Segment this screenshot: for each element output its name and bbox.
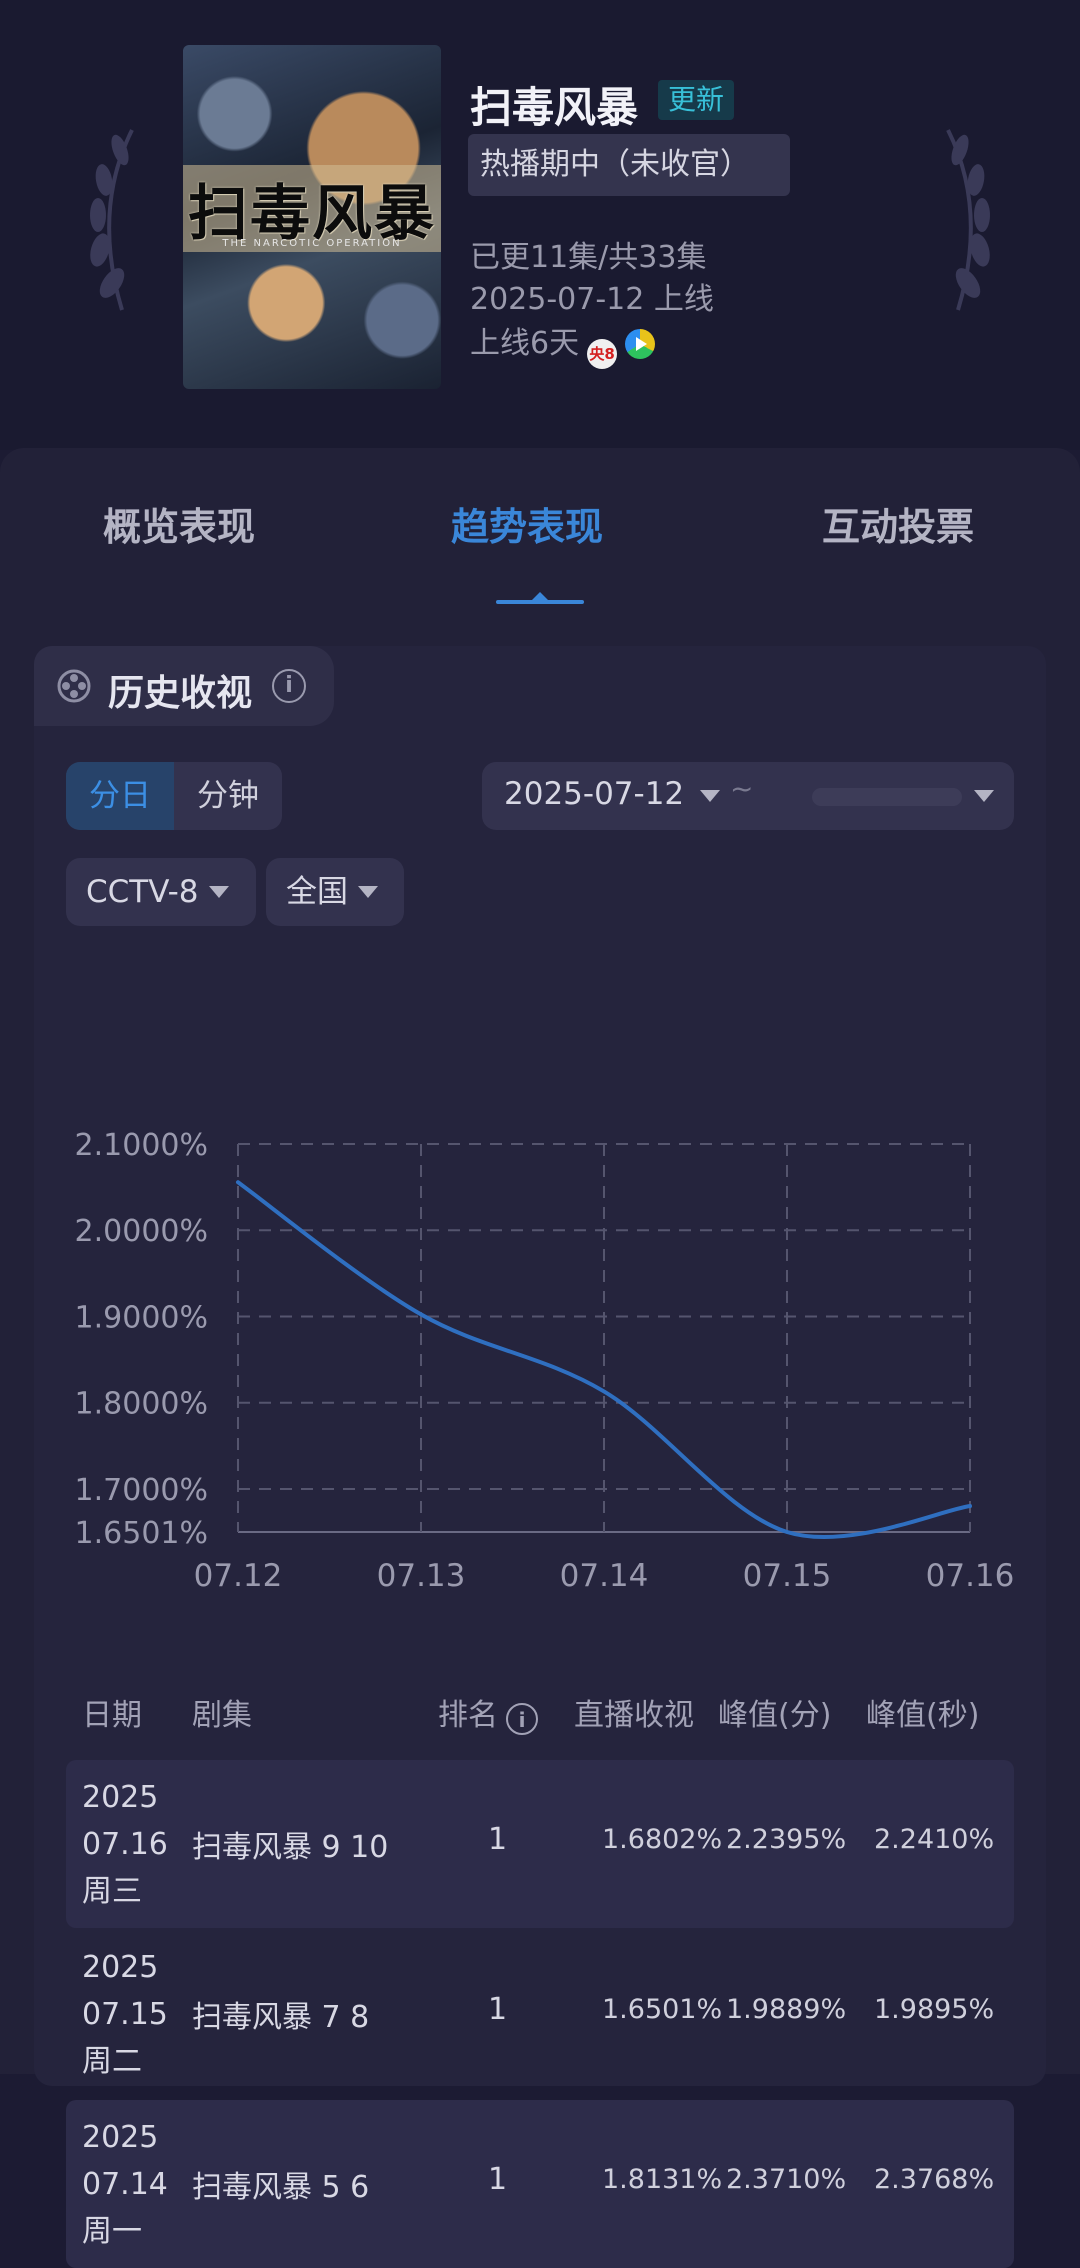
days-online: 上线6天 — [470, 326, 580, 361]
y-tick-label: 1.7000% — [75, 1473, 208, 1508]
row-date: 2025 07.16 周三 — [82, 1774, 168, 1915]
row-live-rating: 1.6802% — [602, 1824, 723, 1855]
x-tick-label: 07.16 — [926, 1558, 1015, 1594]
row-peak-minute: 1.9889% — [726, 1994, 847, 2025]
airing-status: 热播期中（未收官） — [468, 134, 790, 196]
row-live-rating: 1.6501% — [602, 1994, 723, 2025]
table-row[interactable]: 2025 07.14 周一 扫毒风暴 5 6 1 1.8131% 2.3710%… — [66, 2100, 1014, 2268]
row-year: 2025 — [82, 1780, 159, 1815]
tab-voting[interactable]: 互动投票 — [822, 496, 974, 551]
col-date: 日期 — [82, 1698, 142, 1733]
row-rank: 1 — [488, 1992, 508, 2027]
row-year: 2025 — [82, 1950, 159, 1985]
col-peak-minute: 峰值(分) — [718, 1698, 832, 1733]
x-tick-label: 07.14 — [560, 1558, 649, 1594]
row-day: 07.14 — [82, 2167, 168, 2202]
col-live-rating: 直播收视 — [574, 1698, 694, 1733]
info-icon[interactable]: i — [506, 1703, 538, 1735]
iqiyi-icon[interactable] — [625, 329, 656, 359]
show-title: 扫毒风暴 — [470, 83, 639, 132]
row-peak-second: 1.9895% — [874, 1994, 995, 2025]
col-episode: 剧集 — [192, 1698, 252, 1733]
row-episode: 扫毒风暴 5 6 — [192, 2170, 370, 2205]
ratings-line-chart: 2.1000% 2.0000% 1.9000% 1.8000% 1.7000% 1.650… — [75, 1128, 1015, 1594]
row-live-rating: 1.8131% — [602, 2164, 723, 2195]
col-rank: 排名 i — [438, 1690, 538, 1735]
days-online-row: 上线6天 央8 — [470, 318, 656, 369]
col-rank-label: 排名 — [438, 1698, 498, 1733]
row-peak-second: 2.3768% — [874, 2164, 995, 2195]
show-header: 扫毒风暴 THE NARCOTIC OPERATION 扫毒风暴 更新 热播期中… — [0, 0, 1080, 450]
row-episode: 扫毒风暴 7 8 — [192, 2000, 370, 2035]
episode-count: 已更11集/共33集 — [470, 240, 707, 275]
premiere-date: 2025-07-12 上线 — [470, 282, 714, 317]
active-tab-indicator — [496, 600, 584, 604]
y-tick-label: 1.6501% — [75, 1516, 208, 1551]
row-peak-minute: 2.2395% — [726, 1824, 847, 1855]
x-tick-label: 07.15 — [743, 1558, 832, 1594]
row-day: 07.16 — [82, 1827, 168, 1862]
update-badge: 更新 — [658, 80, 735, 120]
row-peak-minute: 2.3710% — [726, 2164, 847, 2195]
tab-overview[interactable]: 概览表现 — [103, 496, 255, 551]
y-tick-label: 1.8000% — [75, 1387, 208, 1422]
row-day: 07.15 — [82, 1997, 168, 2032]
y-tick-label: 2.1000% — [75, 1128, 208, 1163]
row-rank: 1 — [488, 1822, 508, 1857]
table-row[interactable]: 2025 07.16 周三 扫毒风暴 9 10 1 1.6802% 2.2395… — [66, 1760, 1014, 1928]
active-tab-caret — [532, 592, 548, 600]
laurel-left-icon — [90, 129, 134, 311]
row-rank: 1 — [488, 2162, 508, 2197]
content-panel: 概览表现 趋势表现 互动投票 历史收视 i 分日 分钟 2025-07-12 ~ — [0, 448, 1080, 2268]
col-peak-second: 峰值(秒) — [866, 1698, 980, 1733]
poster-subtitle: THE NARCOTIC OPERATION — [222, 238, 402, 249]
row-weekday: 周一 — [82, 2214, 142, 2249]
row-weekday: 周二 — [82, 2044, 142, 2079]
tab-trend[interactable]: 趋势表现 — [451, 496, 603, 551]
x-tick-label: 07.12 — [194, 1558, 283, 1594]
y-tick-label: 2.0000% — [75, 1214, 208, 1249]
laurel-right-icon — [946, 129, 990, 311]
y-tick-label: 1.9000% — [75, 1300, 208, 1335]
row-episode: 扫毒风暴 9 10 — [192, 1830, 389, 1865]
row-weekday: 周三 — [82, 1874, 142, 1909]
row-year: 2025 — [82, 2120, 159, 2155]
show-poster[interactable]: 扫毒风暴 THE NARCOTIC OPERATION — [183, 45, 441, 389]
cctv8-icon[interactable]: 央8 — [587, 339, 618, 369]
row-date: 2025 07.14 周一 — [82, 2114, 168, 2255]
history-ratings-card: 历史收视 i 分日 分钟 2025-07-12 ~ CCTV-8 全国 2.10… — [34, 646, 1046, 2268]
table-row[interactable]: 2025 07.15 周二 扫毒风暴 7 8 1 1.6501% 1.9889%… — [66, 1930, 1014, 2098]
row-peak-second: 2.2410% — [874, 1824, 995, 1855]
row-date: 2025 07.15 周二 — [82, 1944, 168, 2085]
x-tick-label: 07.13 — [377, 1558, 466, 1594]
